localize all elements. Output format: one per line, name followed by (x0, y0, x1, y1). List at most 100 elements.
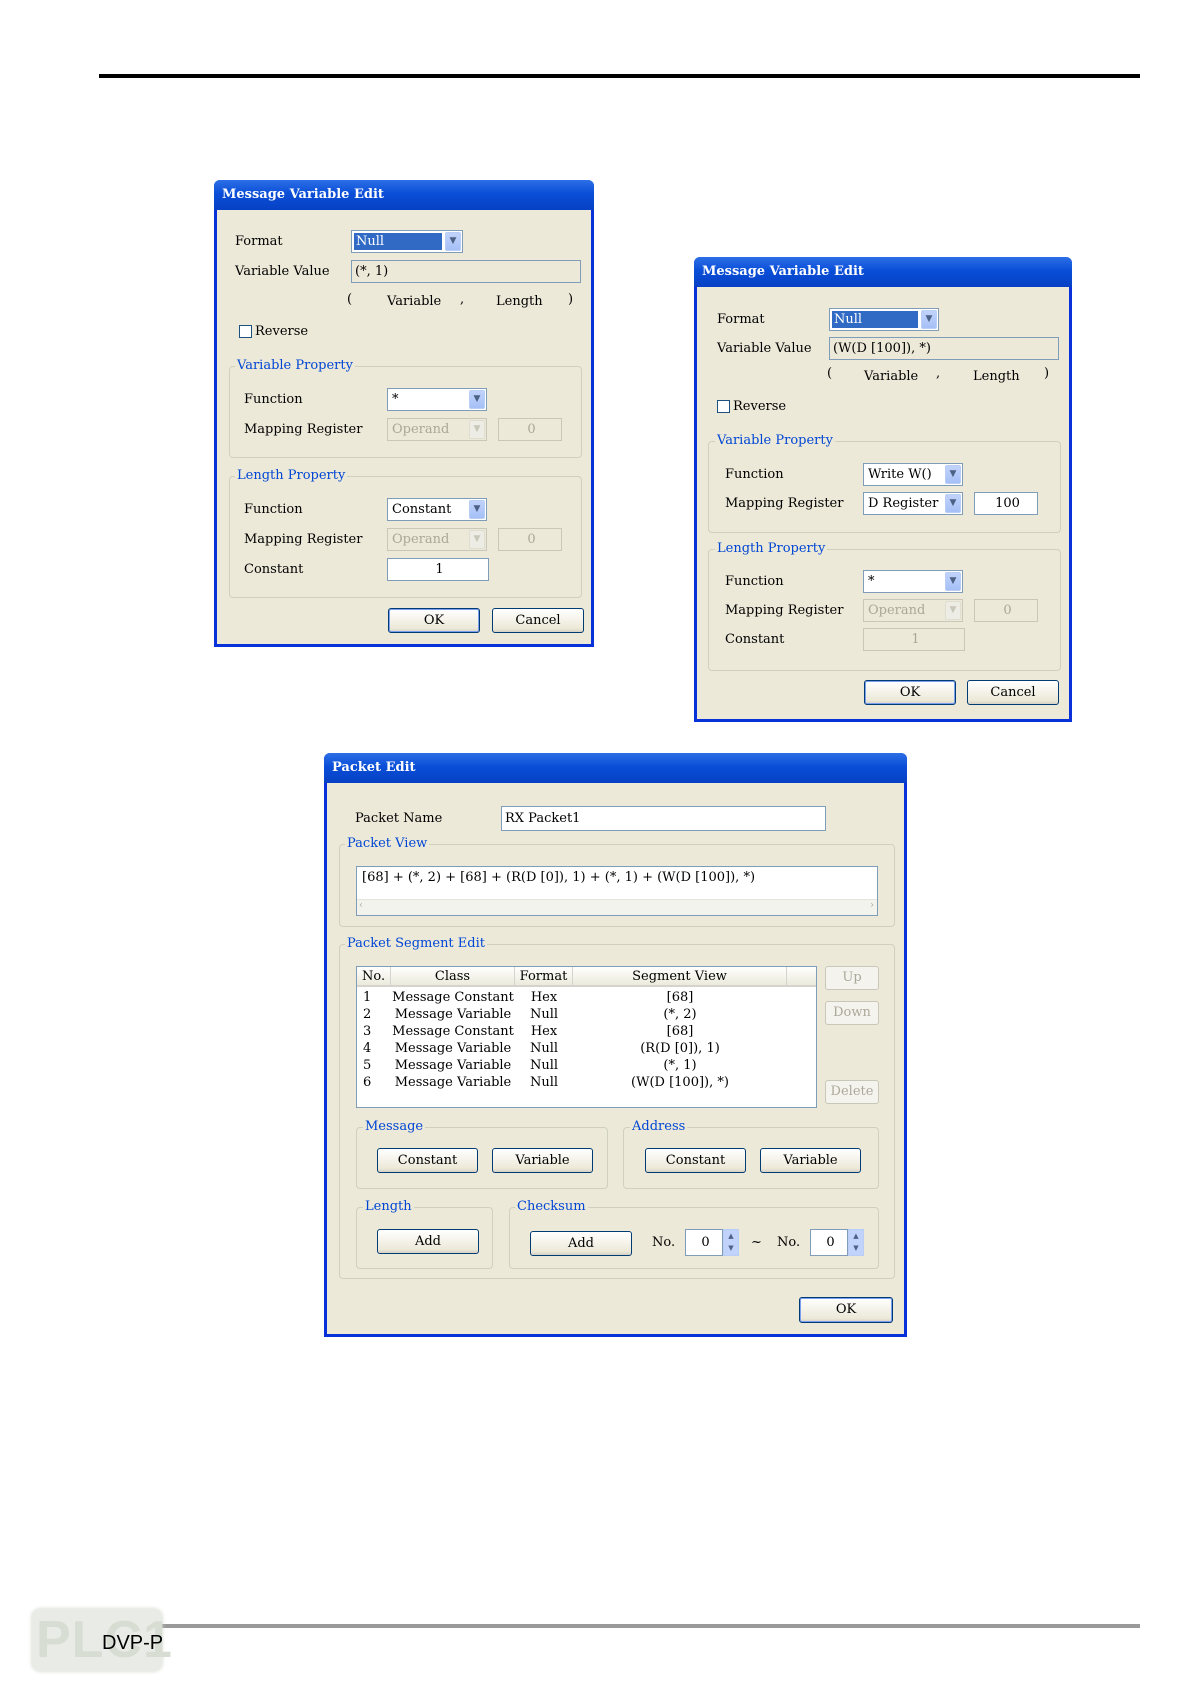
cell-class: Message Variable (394, 1041, 512, 1056)
checksum-title: Checksum (515, 1199, 588, 1214)
column-header-segment-view[interactable]: Segment View (573, 967, 787, 987)
cell-no: 5 (363, 1058, 372, 1073)
length-property-title: Length Property (715, 541, 828, 556)
no-to-stepper[interactable]: ▲ ▼ (848, 1229, 864, 1256)
cell-class: Message Variable (394, 1007, 512, 1022)
message-variable-button[interactable]: Variable (492, 1148, 593, 1173)
cell-no: 4 (363, 1041, 372, 1056)
var-mapping-value: D Register (868, 496, 939, 511)
cell-class: Message Variable (394, 1058, 512, 1073)
var-function-select[interactable]: Write W() ▼ (863, 463, 963, 486)
chevron-down-icon[interactable]: ▼ (469, 500, 485, 519)
message-constant-button[interactable]: Constant (377, 1148, 478, 1173)
len-function-select[interactable]: Constant ▼ (387, 498, 487, 521)
reverse-label: Reverse (255, 324, 309, 339)
cell-segment-view: [68] (666, 1024, 694, 1039)
up-button[interactable]: Up (825, 966, 879, 990)
var-mapping-select[interactable]: D Register ▼ (863, 492, 963, 515)
format-select[interactable]: Null ▼ (829, 308, 939, 331)
no-to-field[interactable]: 0 (810, 1229, 848, 1256)
dialog-title: Message Variable Edit (214, 180, 594, 210)
ok-button[interactable]: OK (799, 1297, 893, 1323)
address-variable-button[interactable]: Variable (760, 1148, 861, 1173)
cancel-button[interactable]: Cancel (967, 680, 1059, 705)
ok-button[interactable]: OK (388, 608, 480, 633)
hint-variable: Variable (387, 294, 442, 309)
len-function-label: Function (725, 574, 784, 589)
down-button[interactable]: Down (825, 1001, 879, 1025)
no-from-field[interactable]: 0 (685, 1229, 723, 1256)
chevron-down-icon[interactable]: ▼ (945, 465, 961, 484)
len-mapping-select: Operand ▼ (863, 599, 963, 622)
chevron-up-icon[interactable]: ▲ (849, 1230, 863, 1242)
len-mapping-label: Mapping Register (725, 603, 844, 618)
packet-name-field[interactable]: RX Packet1 (501, 806, 826, 831)
len-mapping-value: Operand (392, 532, 450, 547)
chevron-down-icon: ▼ (469, 530, 485, 549)
variable-value-field: (*, 1) (351, 260, 581, 283)
reverse-checkbox[interactable] (239, 325, 252, 338)
delete-button[interactable]: Delete (825, 1080, 879, 1104)
column-header-no[interactable]: No. (357, 967, 391, 987)
constant-label: Constant (725, 632, 785, 647)
length-add-button[interactable]: Add (377, 1229, 479, 1254)
hint-close: ) (568, 292, 574, 307)
chevron-down-icon[interactable]: ▼ (945, 494, 961, 513)
hint-length: Length (496, 294, 543, 309)
cell-segment-view: [68] (666, 990, 694, 1005)
format-label: Format (235, 234, 283, 249)
len-mapping-number: 0 (498, 528, 562, 551)
chevron-down-icon: ▼ (945, 601, 961, 620)
chevron-down-icon[interactable]: ▼ (945, 572, 961, 591)
variable-value-label: Variable Value (717, 341, 812, 356)
table-row[interactable]: 4 Message Variable Null (R(D [0]), 1) (357, 1040, 800, 1057)
table-row[interactable]: 1 Message Constant Hex [68] (357, 989, 800, 1006)
table-row[interactable]: 3 Message Constant Hex [68] (357, 1023, 800, 1040)
no-from-stepper[interactable]: ▲ ▼ (723, 1229, 739, 1256)
packet-view-field: [68] + (*, 2) + [68] + (R(D [0]), 1) + (… (356, 866, 878, 916)
table-row[interactable]: 5 Message Variable Null (*, 1) (357, 1057, 800, 1074)
len-function-label: Function (244, 502, 303, 517)
format-label: Format (717, 312, 765, 327)
chevron-down-icon[interactable]: ▼ (445, 232, 461, 251)
table-row[interactable]: 2 Message Variable Null (*, 2) (357, 1006, 800, 1023)
constant-field: 1 (863, 628, 965, 651)
variable-value-label: Variable Value (235, 264, 330, 279)
ok-button[interactable]: OK (864, 680, 956, 705)
format-select[interactable]: Null ▼ (351, 230, 463, 253)
cell-format: Hex (530, 990, 558, 1005)
chevron-down-icon[interactable]: ▼ (849, 1242, 863, 1254)
cell-segment-view: (W(D [100]), *) (631, 1075, 729, 1090)
table-row[interactable]: 6 Message Variable Null (W(D [100]), *) (357, 1074, 800, 1091)
len-mapping-label: Mapping Register (244, 532, 363, 547)
address-constant-button[interactable]: Constant (645, 1148, 746, 1173)
chevron-down-icon[interactable]: ▼ (469, 390, 485, 409)
constant-field[interactable]: 1 (387, 558, 489, 581)
reverse-checkbox[interactable] (717, 400, 730, 413)
chevron-down-icon[interactable]: ▼ (724, 1242, 738, 1254)
var-function-select[interactable]: * ▼ (387, 388, 487, 411)
var-mapping-number[interactable]: 100 (974, 492, 1038, 515)
len-mapping-value: Operand (868, 603, 926, 618)
length-title: Length (363, 1199, 414, 1214)
len-function-select[interactable]: * ▼ (863, 570, 963, 593)
format-value: Null (832, 311, 918, 328)
cancel-button[interactable]: Cancel (492, 608, 584, 633)
cell-format: Null (529, 1041, 559, 1056)
scroll-left-icon[interactable]: ‹ (359, 900, 363, 911)
address-title: Address (630, 1119, 688, 1134)
var-function-value: * (392, 392, 399, 407)
scroll-right-icon[interactable]: › (870, 900, 874, 911)
column-header-format[interactable]: Format (515, 967, 573, 987)
column-header-class[interactable]: Class (391, 967, 515, 987)
chevron-down-icon[interactable]: ▼ (921, 310, 937, 329)
len-mapping-number: 0 (974, 599, 1038, 622)
chevron-up-icon[interactable]: ▲ (724, 1230, 738, 1242)
horizontal-scrollbar[interactable]: ‹ › (357, 899, 877, 915)
message-title: Message (363, 1119, 426, 1134)
var-mapping-number: 0 (498, 418, 562, 441)
cell-segment-view: (*, 2) (663, 1007, 697, 1022)
packet-name-label: Packet Name (355, 811, 443, 826)
checksum-add-button[interactable]: Add (530, 1231, 632, 1256)
var-mapping-label: Mapping Register (725, 496, 844, 511)
